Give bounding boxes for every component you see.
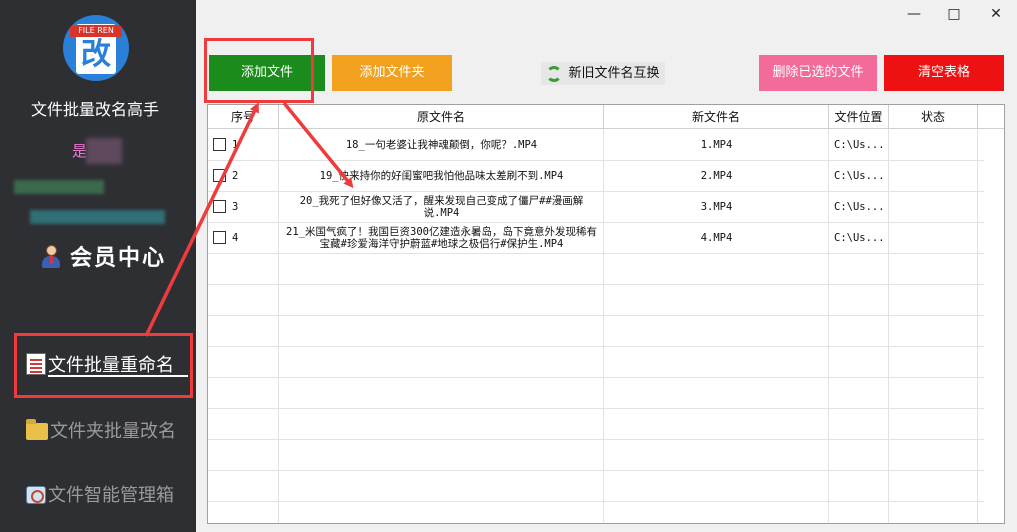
- table-row[interactable]: 4 21_米国气疯了！我国巨资300亿建造永暑岛，岛下竟意外发现稀有宝藏#珍爱海…: [208, 222, 978, 253]
- member-center-button[interactable]: 会员中心: [38, 240, 166, 272]
- row-location: C:\Us...: [834, 200, 885, 213]
- member-icon: [38, 243, 64, 269]
- nav-item-label: 文件批量重命名: [48, 355, 174, 376]
- logo-glyph: 改: [81, 37, 111, 72]
- table-gridline: [208, 346, 984, 347]
- add-file-button[interactable]: 添加文件: [209, 55, 325, 91]
- app-window: FILE REN 改 文件批量改名高手 是 会员中心 文件批量重命名 文件夹批量…: [0, 0, 1017, 532]
- app-logo: FILE REN 改: [63, 15, 129, 81]
- user-name: 是: [72, 142, 88, 160]
- member-center-label: 会员中心: [70, 245, 167, 271]
- folder-icon: [26, 419, 48, 440]
- row-index-cell[interactable]: 4: [208, 222, 279, 253]
- header-old-name[interactable]: 原文件名: [279, 105, 604, 129]
- row-old-name: 18_一句老婆让我神魂颠倒，你呢？.MP4: [345, 138, 538, 151]
- table-gridline: [208, 439, 984, 440]
- add-folder-button[interactable]: 添加文件夹: [332, 55, 452, 91]
- maximize-button[interactable]: □: [942, 4, 966, 24]
- row-new-name: 4.MP4: [700, 231, 733, 244]
- row-index: 1: [232, 138, 239, 151]
- row-checkbox[interactable]: [213, 138, 226, 151]
- header-spacer: [978, 105, 1004, 129]
- row-index: 4: [232, 231, 239, 244]
- row-checkbox[interactable]: [213, 231, 226, 244]
- row-status: [889, 160, 978, 191]
- header-location[interactable]: 文件位置: [829, 105, 889, 129]
- row-status: [889, 222, 978, 253]
- table-row[interactable]: 3 20_我死了但好像又活了，醒来发现自己变成了僵尸##漫画解说.MP4 3.M…: [208, 191, 978, 222]
- row-location: C:\Us...: [834, 231, 885, 244]
- row-location: C:\Us...: [834, 169, 885, 182]
- table-gridline: [208, 315, 984, 316]
- delete-selected-button[interactable]: 删除已选的文件: [759, 55, 877, 91]
- toolbox-icon: [26, 486, 46, 504]
- row-new-name: 2.MP4: [700, 169, 733, 182]
- swap-names-label: 新旧文件名互换: [568, 66, 660, 81]
- nav-item-label: 文件智能管理箱: [48, 485, 174, 506]
- row-old-name: 21_米国气疯了！我国巨资300亿建造永暑岛，岛下竟意外发现稀有宝藏#珍爱海洋守…: [286, 225, 597, 250]
- clear-table-button[interactable]: 清空表格: [884, 55, 1004, 91]
- row-new-name: 3.MP4: [700, 200, 733, 213]
- row-location: C:\Us...: [834, 138, 885, 151]
- table-gridline: [208, 408, 984, 409]
- nav-item-batch-rename[interactable]: 文件批量重命名: [26, 351, 174, 377]
- file-table[interactable]: 序号 原文件名 新文件名 文件位置 状态 1 18_一句老婆让我神魂颠倒，你呢？…: [207, 104, 1005, 524]
- table-row[interactable]: 2 19_快来持你的好闺蜜吧我怕他品味太差刷不到.MP4 2.MP4 C:\Us…: [208, 160, 978, 191]
- document-icon: [26, 353, 46, 375]
- row-status: [889, 129, 978, 160]
- row-index: 2: [232, 169, 239, 182]
- row-index-cell[interactable]: 3: [208, 191, 279, 222]
- app-title: 文件批量改名高手: [30, 100, 159, 119]
- table-gridline: [208, 470, 984, 471]
- row-status: [889, 191, 978, 222]
- table-gridline: [208, 377, 984, 378]
- table-gridline: [208, 253, 984, 254]
- close-button[interactable]: ✕: [984, 4, 1008, 24]
- swap-icon: [546, 65, 563, 82]
- nav-item-folder-rename[interactable]: 文件夹批量改名: [26, 417, 176, 443]
- swap-names-button[interactable]: 新旧文件名互换: [541, 62, 665, 85]
- row-index-cell[interactable]: 2: [208, 160, 279, 191]
- nav-item-label: 文件夹批量改名: [50, 421, 176, 442]
- table-gridline: [208, 284, 984, 285]
- header-index[interactable]: 序号: [208, 105, 279, 129]
- sidebar: FILE REN 改 文件批量改名高手 是 会员中心 文件批量重命名 文件夹批量…: [0, 0, 196, 532]
- minimize-button[interactable]: —: [902, 4, 926, 24]
- blurred-account-line: [14, 180, 104, 194]
- nav-item-file-toolbox[interactable]: 文件智能管理箱: [26, 481, 174, 507]
- blurred-expiry-line: [30, 210, 165, 224]
- row-old-name: 20_我死了但好像又活了，醒来发现自己变成了僵尸##漫画解说.MP4: [299, 194, 584, 219]
- row-checkbox[interactable]: [213, 169, 226, 182]
- row-old-name: 19_快来持你的好闺蜜吧我怕他品味太差刷不到.MP4: [319, 169, 564, 182]
- header-new-name[interactable]: 新文件名: [604, 105, 829, 129]
- row-index: 3: [232, 200, 239, 213]
- header-status[interactable]: 状态: [889, 105, 978, 129]
- blurred-user-info: [86, 138, 122, 164]
- active-nav-underline: [48, 375, 188, 377]
- row-checkbox[interactable]: [213, 200, 226, 213]
- table-gridline: [208, 501, 984, 502]
- row-index-cell[interactable]: 1: [208, 129, 279, 160]
- table-row[interactable]: 1 18_一句老婆让我神魂颠倒，你呢？.MP4 1.MP4 C:\Us...: [208, 129, 978, 160]
- row-new-name: 1.MP4: [700, 138, 733, 151]
- logo-ribbon: FILE REN: [70, 25, 122, 37]
